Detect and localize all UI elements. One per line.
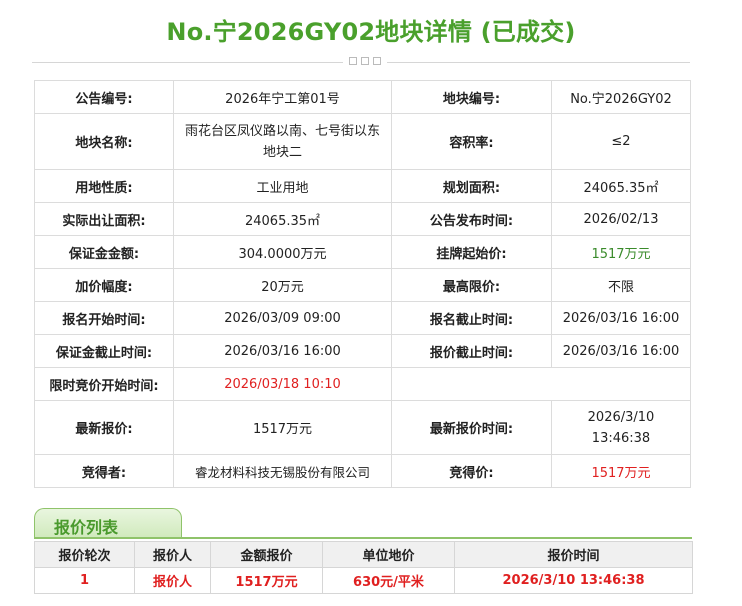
ornament-square-icon xyxy=(373,57,381,65)
parcel-no-label: 地块编号: xyxy=(391,80,552,114)
detail-row: 地块名称: 雨花台区凤仪路以南、七号街以东地块二 容积率: ≤2 xyxy=(34,113,691,170)
detail-row: 竞得者: 睿龙材料科技无锡股份有限公司 竞得价: 1517万元 xyxy=(34,454,691,488)
announcement-no-label: 公告编号: xyxy=(34,80,174,114)
planned-area-label: 规划面积: xyxy=(391,169,552,203)
timed-bidding-start-value: 2026/03/18 10:10 xyxy=(173,367,392,401)
bid-deadline-value: 2026/03/16 16:00 xyxy=(551,334,691,368)
col-header-unit-price: 单位地价 xyxy=(322,541,455,568)
col-header-amount: 金额报价 xyxy=(210,541,323,568)
deposit-deadline-value: 2026/03/16 16:00 xyxy=(173,334,392,368)
increment-value: 20万元 xyxy=(173,268,392,302)
parcel-name-label: 地块名称: xyxy=(34,113,174,170)
land-use-value: 工业用地 xyxy=(173,169,392,203)
col-header-time: 报价时间 xyxy=(454,541,693,568)
col-header-round: 报价轮次 xyxy=(34,541,135,568)
bid-bidder: 报价人 xyxy=(134,567,211,594)
actual-area-value: 24065.35㎡ xyxy=(173,202,392,236)
bid-list-table: 报价轮次 报价人 金额报价 单位地价 报价时间 1 报价人 1517万元 630… xyxy=(34,541,693,594)
detail-row: 报名开始时间: 2026/03/09 09:00 报名截止时间: 2026/03… xyxy=(34,301,691,335)
detail-row: 最新报价: 1517万元 最新报价时间: 2026/3/10 13:46:38 xyxy=(34,400,691,455)
winning-price-label: 竞得价: xyxy=(391,454,552,488)
registration-start-value: 2026/03/09 09:00 xyxy=(173,301,392,335)
bid-round: 1 xyxy=(34,567,135,594)
latest-bid-time-label: 最新报价时间: xyxy=(391,400,552,455)
latest-bid-time-value: 2026/3/10 13:46:38 xyxy=(551,400,691,455)
winner-value: 睿龙材料科技无锡股份有限公司 xyxy=(173,454,392,488)
starting-price-value: 1517万元 xyxy=(551,235,691,269)
bid-unit-price: 630元/平米 xyxy=(322,567,455,594)
bid-list-divider xyxy=(34,537,692,539)
bid-deadline-label: 报价截止时间: xyxy=(391,334,552,368)
parcel-detail-table: 公告编号: 2026年宁工第01号 地块编号: No.宁2026GY02 地块名… xyxy=(34,80,691,488)
latest-bid-value: 1517万元 xyxy=(173,400,392,455)
col-header-bidder: 报价人 xyxy=(134,541,211,568)
detail-row: 保证金金额: 304.0000万元 挂牌起始价: 1517万元 xyxy=(34,235,691,269)
deposit-deadline-label: 保证金截止时间: xyxy=(34,334,174,368)
registration-end-label: 报名截止时间: xyxy=(391,301,552,335)
increment-label: 加价幅度: xyxy=(34,268,174,302)
bid-time: 2026/3/10 13:46:38 xyxy=(454,567,693,594)
registration-start-label: 报名开始时间: xyxy=(34,301,174,335)
bid-list-header-row: 报价轮次 报价人 金额报价 单位地价 报价时间 xyxy=(34,541,693,568)
table-row: 1 报价人 1517万元 630元/平米 2026/3/10 13:46:38 xyxy=(34,567,693,594)
winner-label: 竞得者: xyxy=(34,454,174,488)
price-cap-value: 不限 xyxy=(551,268,691,302)
deposit-label: 保证金金额: xyxy=(34,235,174,269)
bid-amount: 1517万元 xyxy=(210,567,323,594)
timed-bidding-start-label: 限时竞价开始时间: xyxy=(34,367,174,401)
divider-ornament xyxy=(343,57,387,65)
detail-row: 限时竞价开始时间: 2026/03/18 10:10 xyxy=(34,367,691,401)
announcement-no-value: 2026年宁工第01号 xyxy=(173,80,392,114)
detail-row: 保证金截止时间: 2026/03/16 16:00 报价截止时间: 2026/0… xyxy=(34,334,691,368)
price-cap-label: 最高限价: xyxy=(391,268,552,302)
bid-list-tab[interactable]: 报价列表 xyxy=(34,508,182,539)
registration-end-value: 2026/03/16 16:00 xyxy=(551,301,691,335)
actual-area-label: 实际出让面积: xyxy=(34,202,174,236)
ornament-square-icon xyxy=(349,57,357,65)
bid-list-title: 报价列表 xyxy=(54,518,119,537)
detail-row: 公告编号: 2026年宁工第01号 地块编号: No.宁2026GY02 xyxy=(34,80,691,114)
plot-ratio-value: ≤2 xyxy=(551,113,691,170)
publish-date-label: 公告发布时间: xyxy=(391,202,552,236)
latest-bid-label: 最新报价: xyxy=(34,400,174,455)
parcel-no-value: No.宁2026GY02 xyxy=(551,80,691,114)
parcel-name-value: 雨花台区凤仪路以南、七号街以东地块二 xyxy=(173,113,392,170)
detail-row: 加价幅度: 20万元 最高限价: 不限 xyxy=(34,268,691,302)
land-use-label: 用地性质: xyxy=(34,169,174,203)
starting-price-label: 挂牌起始价: xyxy=(391,235,552,269)
planned-area-value: 24065.35㎡ xyxy=(551,169,691,203)
publish-date-value: 2026/02/13 xyxy=(551,202,691,236)
empty-cell xyxy=(391,367,691,401)
ornament-square-icon xyxy=(361,57,369,65)
detail-row: 实际出让面积: 24065.35㎡ 公告发布时间: 2026/02/13 xyxy=(34,202,691,236)
page-title: No.宁2026GY02地块详情 (已成交) xyxy=(166,18,576,46)
deposit-value: 304.0000万元 xyxy=(173,235,392,269)
detail-row: 用地性质: 工业用地 规划面积: 24065.35㎡ xyxy=(34,169,691,203)
plot-ratio-label: 容积率: xyxy=(391,113,552,170)
winning-price-value: 1517万元 xyxy=(551,454,691,488)
